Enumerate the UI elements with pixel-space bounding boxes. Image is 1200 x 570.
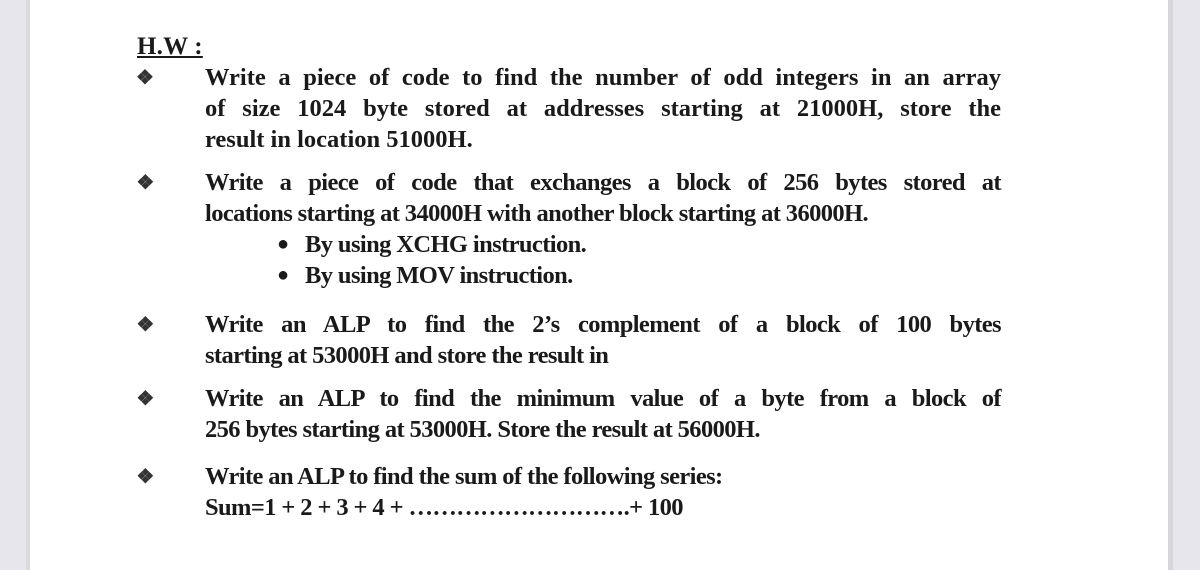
task-line: Write an ALP to find the 2’s complement … <box>205 311 1002 338</box>
task-line: starting at 53000H and store the result … <box>205 342 609 369</box>
sub-item: ● By using MOV instruction. <box>277 260 573 291</box>
task-line: Write a piece of code that exchanges a b… <box>205 169 1002 196</box>
page-right-edge <box>1168 0 1173 570</box>
sub-item: ● By using XCHG instruction. <box>277 229 587 260</box>
diamond-bullet-icon: ❖ <box>136 314 154 336</box>
series-formula: Sum=1 + 2 + 3 + 4 + ……………………….+ 100 <box>205 494 684 521</box>
task-line: result in location 51000H. <box>205 126 473 153</box>
round-bullet-icon: ● <box>277 264 289 286</box>
diamond-bullet-icon: ❖ <box>136 388 154 410</box>
page-left-edge <box>26 0 30 570</box>
homework-heading: H.W : <box>137 33 203 60</box>
diamond-bullet-icon: ❖ <box>136 466 154 488</box>
diamond-bullet-icon: ❖ <box>136 67 154 89</box>
task-line: Write a piece of code to find the number… <box>205 64 1001 91</box>
task-line: Write an ALP to find the sum of the foll… <box>205 463 723 490</box>
task-line: of size 1024 byte stored at addresses st… <box>205 95 1001 122</box>
diamond-bullet-icon: ❖ <box>136 172 154 194</box>
task-line: locations starting at 34000H with anothe… <box>205 200 869 227</box>
round-bullet-icon: ● <box>277 233 289 255</box>
sub-item-text: By using XCHG instruction. <box>305 231 587 258</box>
sub-item-text: By using MOV instruction. <box>305 262 573 289</box>
task-line: 256 bytes starting at 53000H. Store the … <box>205 416 760 443</box>
task-line: Write an ALP to find the minimum value o… <box>205 385 1002 412</box>
